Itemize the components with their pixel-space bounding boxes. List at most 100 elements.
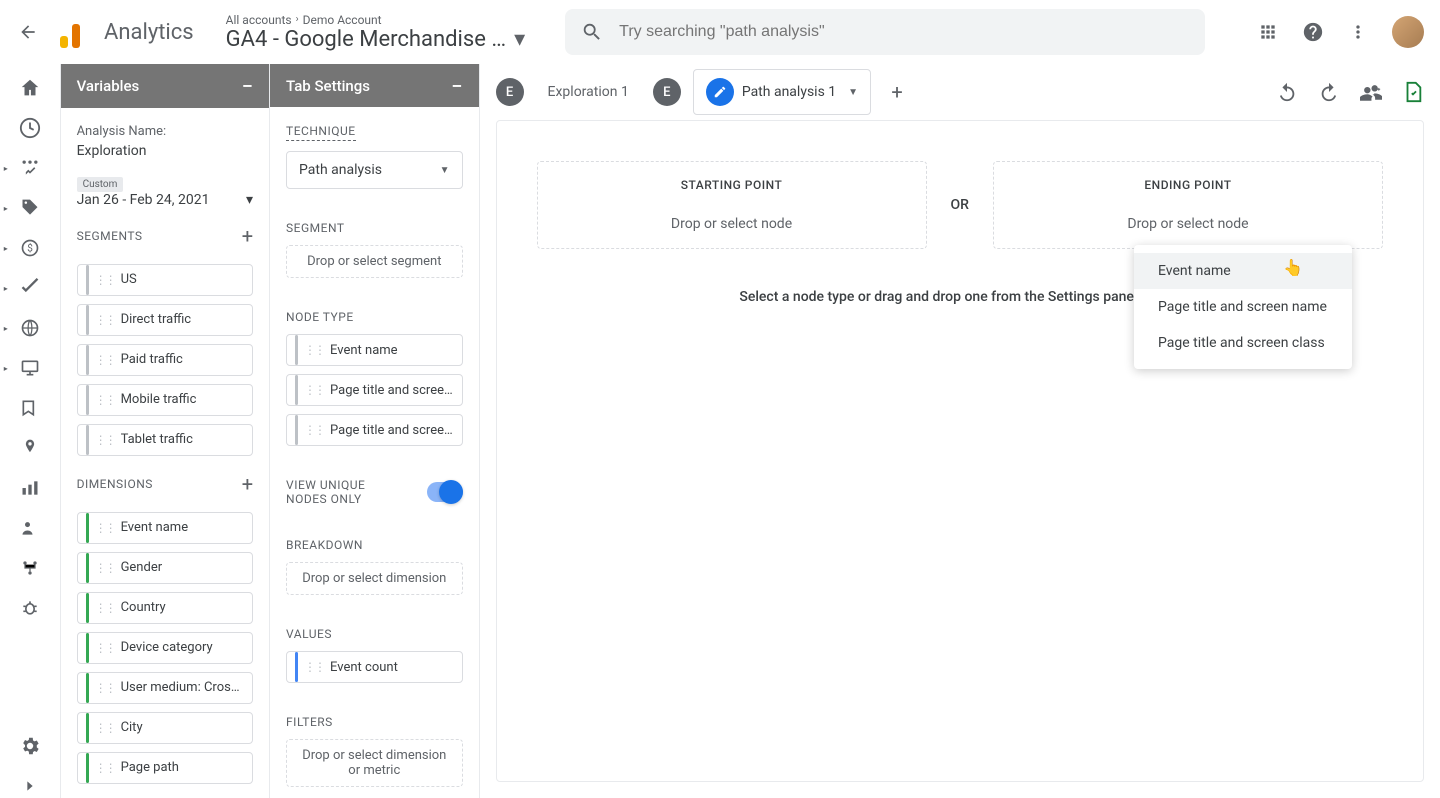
account-name: GA4 - Google Merchandise … bbox=[226, 27, 506, 52]
breadcrumb: All accounts › Demo Account bbox=[226, 13, 525, 27]
logo-area: Analytics bbox=[60, 16, 194, 48]
dropdown-icon: ▾ bbox=[514, 27, 525, 52]
variables-title: Variables bbox=[77, 77, 140, 95]
add-dimension-button[interactable]: + bbox=[242, 472, 253, 496]
dimension-chip[interactable]: ⋮⋮Gender bbox=[77, 552, 253, 584]
dimension-chip[interactable]: ⋮⋮Event name bbox=[77, 512, 253, 544]
dropdown-icon[interactable]: ▼ bbox=[848, 87, 858, 98]
account-selector-area[interactable]: All accounts › Demo Account GA4 - Google… bbox=[226, 13, 525, 52]
technique-section: TECHNIQUE Path analysis ▼ bbox=[286, 123, 462, 189]
nav-tech-icon[interactable] bbox=[18, 356, 42, 380]
unique-nodes-toggle[interactable] bbox=[427, 482, 463, 502]
tab-settings-title: Tab Settings bbox=[286, 77, 370, 95]
variables-header: Variables − bbox=[61, 64, 269, 108]
date-value: Jan 26 - Feb 24, 2021 bbox=[77, 192, 210, 208]
edit-icon bbox=[706, 78, 734, 106]
share-button[interactable] bbox=[1360, 81, 1382, 103]
nav-audiences-icon[interactable] bbox=[18, 516, 42, 540]
nav-lifecycle-icon[interactable] bbox=[18, 156, 42, 180]
more-vert-icon[interactable] bbox=[1348, 22, 1368, 42]
filters-dropzone[interactable]: Drop or select dimension or metric bbox=[286, 739, 462, 787]
nav-debug-icon[interactable] bbox=[18, 596, 42, 620]
values-label: VALUES bbox=[286, 627, 462, 641]
nav-realtime-icon[interactable] bbox=[18, 116, 42, 140]
tab-settings-body: TECHNIQUE Path analysis ▼ SEGMENT Drop o… bbox=[270, 107, 478, 798]
dimension-chip[interactable]: ⋮⋮User medium: Cros… bbox=[77, 672, 253, 704]
nav-monetization-icon[interactable]: $ bbox=[18, 236, 42, 260]
segment-section: SEGMENT Drop or select segment bbox=[286, 221, 462, 278]
topbar: Analytics All accounts › Demo Account GA… bbox=[0, 0, 1440, 64]
canvas: E Exploration 1 E Path analysis 1 ▼ + bbox=[480, 64, 1440, 798]
starting-point-title: STARTING POINT bbox=[554, 178, 910, 192]
tab-icon[interactable]: E bbox=[653, 78, 681, 106]
collapse-tab-settings-button[interactable]: − bbox=[451, 74, 462, 98]
dimensions-header: DIMENSIONS + bbox=[77, 472, 253, 496]
dimension-chip[interactable]: ⋮⋮City bbox=[77, 712, 253, 744]
variables-panel: Variables − Analysis Name: Exploration C… bbox=[61, 64, 270, 798]
collapse-variables-button[interactable]: − bbox=[242, 74, 253, 98]
tab-exploration[interactable]: Exploration 1 bbox=[536, 76, 641, 108]
popup-item-event-name[interactable]: Event name bbox=[1134, 253, 1352, 289]
segment-chip[interactable]: ⋮⋮Tablet traffic bbox=[77, 424, 253, 456]
dimension-chip[interactable]: ⋮⋮Country bbox=[77, 592, 253, 624]
unique-nodes-row: VIEW UNIQUE NODES ONLY bbox=[286, 478, 462, 506]
nav-admin-icon[interactable] bbox=[18, 734, 42, 758]
nav-user-explorer-icon[interactable] bbox=[18, 556, 42, 580]
nav-expand-icon[interactable] bbox=[18, 774, 42, 798]
popup-item-page-title-screen-class[interactable]: Page title and screen class bbox=[1134, 325, 1352, 361]
segment-chip[interactable]: ⋮⋮Direct traffic bbox=[77, 304, 253, 336]
nav-explore-icon[interactable] bbox=[18, 476, 42, 500]
segments-header: SEGMENTS + bbox=[77, 224, 253, 248]
node-type-chip[interactable]: ⋮⋮Page title and scree… bbox=[286, 414, 462, 446]
segments-title: SEGMENTS bbox=[77, 229, 143, 243]
undo-button[interactable] bbox=[1276, 81, 1298, 103]
breakdown-dropzone[interactable]: Drop or select dimension bbox=[286, 562, 462, 595]
node-type-section: NODE TYPE ⋮⋮Event name ⋮⋮Page title and … bbox=[286, 310, 462, 446]
technique-select[interactable]: Path analysis ▼ bbox=[286, 151, 462, 189]
popup-item-page-title-screen-name[interactable]: Page title and screen name bbox=[1134, 289, 1352, 325]
variables-body: Analysis Name: Exploration Custom Jan 26… bbox=[61, 108, 269, 798]
help-icon[interactable] bbox=[1302, 21, 1324, 43]
back-button[interactable] bbox=[16, 20, 40, 44]
node-type-chip[interactable]: ⋮⋮Page title and scree… bbox=[286, 374, 462, 406]
tab-icon[interactable]: E bbox=[496, 78, 524, 106]
node-type-chip[interactable]: ⋮⋮Event name bbox=[286, 334, 462, 366]
add-segment-button[interactable]: + bbox=[242, 224, 253, 248]
apps-icon[interactable] bbox=[1258, 22, 1278, 42]
nav-demographics-icon[interactable] bbox=[18, 316, 42, 340]
ending-point-box[interactable]: ENDING POINT Drop or select node bbox=[993, 161, 1383, 249]
ending-point-title: ENDING POINT bbox=[1010, 178, 1366, 192]
redo-button[interactable] bbox=[1318, 81, 1340, 103]
search-box[interactable] bbox=[565, 9, 1205, 55]
nav-retention-icon[interactable] bbox=[18, 436, 42, 460]
nav-engagement-icon[interactable] bbox=[18, 276, 42, 300]
account-selector[interactable]: GA4 - Google Merchandise … ▾ bbox=[226, 27, 525, 52]
technique-value: Path analysis bbox=[299, 162, 382, 178]
segment-dropzone[interactable]: Drop or select segment bbox=[286, 245, 462, 278]
add-tab-button[interactable]: + bbox=[883, 78, 911, 106]
segment-chip[interactable]: ⋮⋮Paid traffic bbox=[77, 344, 253, 376]
segment-chip[interactable]: ⋮⋮US bbox=[77, 264, 253, 296]
nav-tags-icon[interactable] bbox=[18, 196, 42, 220]
or-text: OR bbox=[951, 197, 969, 213]
analysis-name-field: Analysis Name: Exploration bbox=[77, 124, 253, 159]
analysis-name-value[interactable]: Exploration bbox=[77, 143, 253, 159]
segment-chip[interactable]: ⋮⋮Mobile traffic bbox=[77, 384, 253, 416]
nav-home-icon[interactable] bbox=[18, 76, 42, 100]
search-icon bbox=[581, 21, 603, 43]
date-range-field[interactable]: Custom Jan 26 - Feb 24, 2021 ▾ bbox=[77, 175, 253, 208]
avatar[interactable] bbox=[1392, 16, 1424, 48]
dimensions-list: ⋮⋮Event name ⋮⋮Gender ⋮⋮Country ⋮⋮Device… bbox=[77, 512, 253, 784]
tab-path-analysis[interactable]: Path analysis 1 ▼ bbox=[693, 69, 871, 115]
nav-events-icon[interactable] bbox=[18, 396, 42, 420]
starting-point-box[interactable]: STARTING POINT Drop or select node bbox=[537, 161, 927, 249]
value-chip[interactable]: ⋮⋮Event count bbox=[286, 651, 462, 683]
filters-section: FILTERS Drop or select dimension or metr… bbox=[286, 715, 462, 787]
export-button[interactable] bbox=[1402, 81, 1424, 103]
node-type-popup: Event name Page title and screen name Pa… bbox=[1134, 245, 1352, 369]
dimension-chip[interactable]: ⋮⋮Device category bbox=[77, 632, 253, 664]
breadcrumb-account: Demo Account bbox=[303, 13, 382, 27]
search-input[interactable] bbox=[619, 23, 1189, 41]
arrow-back-icon bbox=[18, 22, 38, 42]
dimension-chip[interactable]: ⋮⋮Page path bbox=[77, 752, 253, 784]
